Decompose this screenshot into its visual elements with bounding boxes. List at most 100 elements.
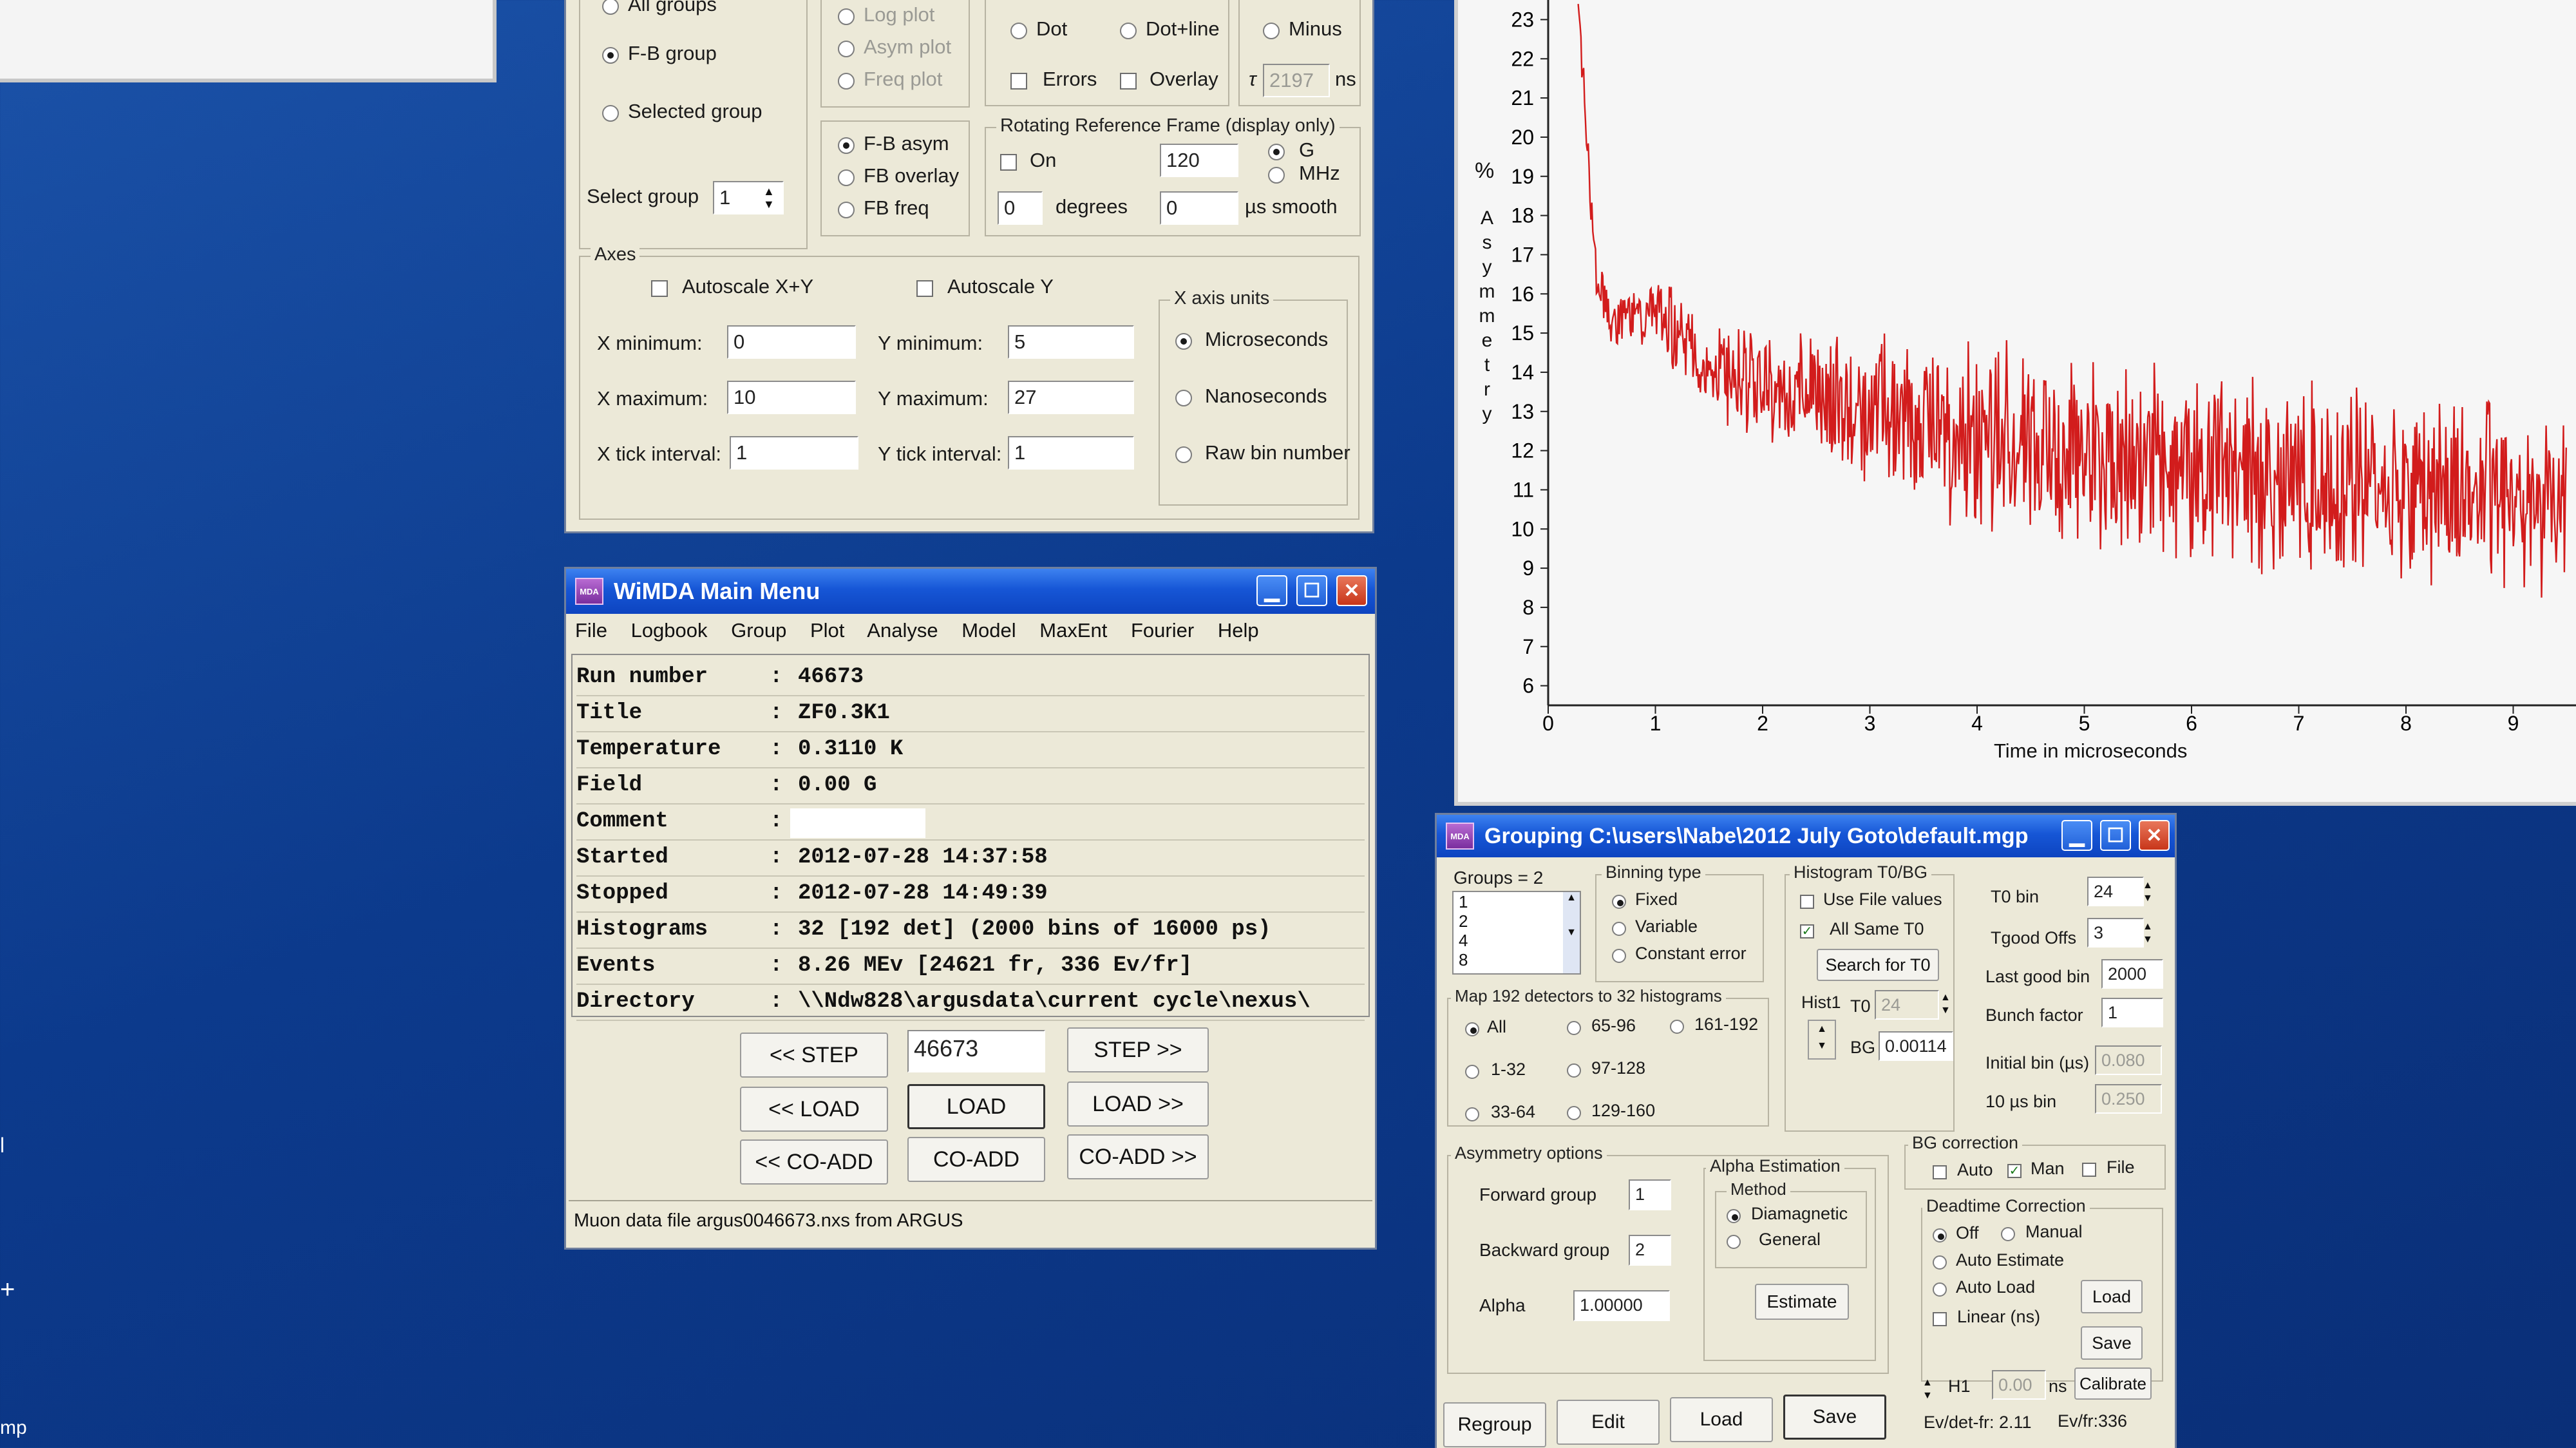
search-t0-button[interactable]: Search for T0 xyxy=(1817,949,1939,981)
dt-auto-load-radio[interactable] xyxy=(1933,1282,1947,1297)
menu-file[interactable]: File xyxy=(575,619,607,642)
y-minimum-input[interactable]: 5 xyxy=(1008,325,1134,359)
rrf-phase-input[interactable]: 0 xyxy=(998,191,1043,225)
bg-input[interactable]: 0.00114 xyxy=(1879,1031,1953,1061)
save-grouping-button[interactable]: Save xyxy=(1783,1395,1886,1440)
grouping-maximize-button[interactable]: ☐ xyxy=(2100,820,2131,851)
forward-group-input[interactable]: 1 xyxy=(1629,1179,1671,1210)
dt-off-radio[interactable] xyxy=(1933,1228,1947,1243)
groups-scrollbar[interactable]: ▲ ▼ xyxy=(1563,892,1580,973)
bunch-factor-input[interactable]: 1 xyxy=(2101,998,2163,1027)
map-all-radio[interactable] xyxy=(1465,1022,1479,1036)
menu-analyse[interactable]: Analyse xyxy=(867,619,938,642)
bg-man-checkbox[interactable]: ✓ xyxy=(2007,1164,2022,1178)
groups-listbox[interactable]: 1 2 4 8 xyxy=(1452,891,1581,975)
load-button[interactable]: LOAD xyxy=(907,1084,1045,1129)
groups-list-item[interactable]: 8 xyxy=(1459,950,1580,969)
y-tick-input[interactable]: 1 xyxy=(1008,436,1134,470)
variable-radio[interactable] xyxy=(1612,922,1626,936)
asym-plot-radio[interactable] xyxy=(838,41,855,57)
nanoseconds-radio[interactable] xyxy=(1175,390,1192,406)
h1-input[interactable]: 0.00 xyxy=(1992,1370,2046,1400)
menu-model[interactable]: Model xyxy=(961,619,1016,642)
tgood-offs-input[interactable]: 3 xyxy=(2087,918,2144,948)
fb-group-radio[interactable] xyxy=(602,47,619,64)
fb-asym-radio[interactable] xyxy=(838,137,855,154)
autoscale-xy-checkbox[interactable] xyxy=(651,280,668,297)
close-button[interactable]: ✕ xyxy=(1336,575,1367,606)
groups-list-item[interactable]: 2 xyxy=(1459,911,1580,931)
coadd-button[interactable]: CO-ADD xyxy=(907,1137,1045,1182)
fixed-radio[interactable] xyxy=(1612,895,1626,909)
menu-plot[interactable]: Plot xyxy=(810,619,844,642)
rrf-field-input[interactable]: 120 xyxy=(1160,144,1238,177)
map-1-32-radio[interactable] xyxy=(1465,1065,1479,1079)
h1-spinner[interactable]: ▲ ▼ xyxy=(1922,1377,1933,1402)
hist-t0-spinner[interactable]: ▲ ▼ xyxy=(1940,991,1951,1017)
menu-fourier[interactable]: Fourier xyxy=(1131,619,1194,642)
main-menu-titlebar[interactable]: MDA WiMDA Main Menu ▁ ☐ ✕ xyxy=(566,569,1375,614)
step-back-button[interactable]: << STEP xyxy=(740,1033,888,1078)
general-radio[interactable] xyxy=(1727,1235,1741,1249)
edit-button[interactable]: Edit xyxy=(1557,1400,1660,1445)
initial-bin-input[interactable]: 0.080 xyxy=(2095,1045,2162,1075)
map-97-128-radio[interactable] xyxy=(1567,1063,1581,1078)
hist-t0-input[interactable]: 24 xyxy=(1875,990,1939,1020)
y-maximum-input[interactable]: 27 xyxy=(1008,381,1134,414)
tgood-offs-spinner[interactable]: ▲ ▼ xyxy=(2143,920,2153,946)
dt-linear-checkbox[interactable] xyxy=(1933,1312,1947,1326)
coadd-forward-button[interactable]: CO-ADD >> xyxy=(1067,1134,1209,1179)
menu-maxent[interactable]: MaxEnt xyxy=(1039,619,1107,642)
map-65-96-radio[interactable] xyxy=(1567,1021,1581,1035)
regroup-button[interactable]: Regroup xyxy=(1443,1402,1546,1447)
map-129-160-radio[interactable] xyxy=(1567,1106,1581,1120)
fb-freq-radio[interactable] xyxy=(838,202,855,218)
select-group-spinner-arrows[interactable]: ▲ ▼ xyxy=(763,185,775,211)
constant-error-radio[interactable] xyxy=(1612,949,1626,963)
menu-group[interactable]: Group xyxy=(731,619,786,642)
alpha-input[interactable]: 1.00000 xyxy=(1573,1290,1670,1321)
autoscale-y-checkbox[interactable] xyxy=(916,280,933,297)
x-maximum-input[interactable]: 10 xyxy=(727,381,856,414)
bg-auto-checkbox[interactable] xyxy=(1933,1165,1947,1179)
rrf-on-checkbox[interactable] xyxy=(1000,154,1017,171)
groups-list-item[interactable]: 1 xyxy=(1459,892,1580,911)
smooth-input[interactable]: 0 xyxy=(1160,191,1238,225)
log-plot-radio[interactable] xyxy=(838,8,855,25)
minus-radio[interactable] xyxy=(1263,23,1280,39)
freq-plot-radio[interactable] xyxy=(838,73,855,90)
x-tick-input[interactable]: 1 xyxy=(730,436,858,470)
tau-input[interactable]: 2197 xyxy=(1263,64,1330,97)
coadd-back-button[interactable]: << CO-ADD xyxy=(740,1139,888,1185)
map-161-192-radio[interactable] xyxy=(1670,1020,1684,1034)
hist-select-spinner[interactable]: ▲ ▼ xyxy=(1808,1020,1836,1060)
last-good-bin-input[interactable]: 2000 xyxy=(2101,959,2163,989)
ten-us-bin-input[interactable]: 0.250 xyxy=(2095,1084,2162,1114)
minimize-button[interactable]: ▁ xyxy=(1256,575,1287,606)
bg-file-checkbox[interactable] xyxy=(2082,1163,2096,1177)
grouping-minimize-button[interactable]: ▁ xyxy=(2061,820,2092,851)
maximize-button[interactable]: ☐ xyxy=(1296,575,1327,606)
groups-list-item[interactable]: 4 xyxy=(1459,931,1580,950)
overlay-checkbox[interactable] xyxy=(1120,73,1137,90)
menu-logbook[interactable]: Logbook xyxy=(631,619,708,642)
t0-bin-spinner[interactable]: ▲ ▼ xyxy=(2143,879,2153,905)
dot-line-radio[interactable] xyxy=(1120,23,1137,39)
load-back-button[interactable]: << LOAD xyxy=(740,1087,888,1132)
menu-help[interactable]: Help xyxy=(1218,619,1259,642)
calibrate-button[interactable]: Calibrate xyxy=(2074,1367,2152,1400)
load-grouping-button[interactable]: Load xyxy=(1670,1397,1773,1442)
errors-checkbox[interactable] xyxy=(1010,73,1027,90)
dt-manual-radio[interactable] xyxy=(2001,1227,2015,1241)
grouping-close-button[interactable]: ✕ xyxy=(2139,820,2170,851)
rrf-g-radio[interactable] xyxy=(1268,144,1285,160)
raw-bin-radio[interactable] xyxy=(1175,446,1192,463)
dt-save-button[interactable]: Save xyxy=(2081,1326,2143,1360)
x-minimum-input[interactable]: 0 xyxy=(727,325,856,359)
diamagnetic-radio[interactable] xyxy=(1727,1209,1741,1223)
rrf-mhz-radio[interactable] xyxy=(1268,167,1285,184)
microseconds-radio[interactable] xyxy=(1175,333,1192,350)
load-forward-button[interactable]: LOAD >> xyxy=(1067,1081,1209,1127)
dt-load-button[interactable]: Load xyxy=(2081,1280,2143,1313)
backward-group-input[interactable]: 2 xyxy=(1629,1235,1671,1266)
